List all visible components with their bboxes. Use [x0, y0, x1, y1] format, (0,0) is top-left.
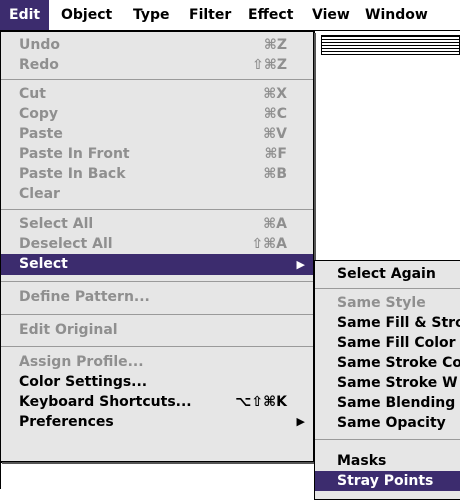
menu-item-label: Paste In Back: [19, 166, 126, 182]
menu-item-label: Same Blending: [337, 395, 456, 411]
menu-item-label: Copy: [19, 106, 59, 122]
menu-item-label: Preferences: [19, 414, 114, 430]
shortcut-label: ⌘V: [263, 126, 287, 142]
menu-item-label: Cut: [19, 86, 46, 102]
shortcut-label: ⌘F: [264, 146, 287, 162]
shortcut-label: ⇧⌘A: [251, 236, 287, 252]
submenu-arrow-icon: ▶: [296, 415, 305, 428]
submenu-item-same-blending[interactable]: Same Blending: [315, 393, 460, 413]
shortcut-label: ⌘A: [263, 216, 287, 232]
submenu-item-same-opacity[interactable]: Same Opacity: [315, 413, 460, 433]
menu-object[interactable]: Object: [52, 0, 121, 30]
menu-item-label: Stray Points: [337, 473, 434, 489]
menu-item-label: Clear: [19, 186, 60, 202]
submenu-item-same-fill-color[interactable]: Same Fill Color: [315, 333, 460, 353]
shortcut-label: ⌘Z: [263, 37, 287, 53]
menu-item-label: Paste In Front: [19, 146, 130, 162]
menu-item-label: Deselect All: [19, 236, 113, 252]
shortcut-label: ⌘B: [263, 166, 287, 182]
menu-item-label: Same Fill & Stro: [337, 315, 460, 331]
menu-effect[interactable]: Effect: [239, 0, 302, 30]
menu-item-label: Same Opacity: [337, 415, 446, 431]
shortcut-label: ⌥⇧⌘K: [235, 394, 287, 410]
menu-item-label: Paste: [19, 126, 63, 142]
menu-item-cut: Cut ⌘X: [1, 84, 313, 104]
menu-separator: [1, 209, 313, 210]
shortcut-label: ⇧⌘Z: [252, 57, 287, 73]
menu-item-assign-profile: Assign Profile...: [1, 352, 313, 372]
menu-item-copy: Copy ⌘C: [1, 104, 313, 124]
menu-type[interactable]: Type: [124, 0, 179, 30]
menu-item-label: Select: [19, 256, 68, 272]
menu-item-label: Masks: [337, 453, 387, 469]
menu-item-label: Same Fill Color: [337, 335, 456, 351]
submenu-arrow-icon: ▶: [296, 258, 305, 271]
submenu-item-same-fill-stroke[interactable]: Same Fill & Stro: [315, 313, 460, 333]
menu-item-label: Redo: [19, 57, 59, 73]
submenu-item-masks[interactable]: Masks: [315, 451, 460, 471]
menu-item-preferences[interactable]: Preferences ▶: [1, 412, 313, 432]
menu-item-select-all: Select All ⌘A: [1, 214, 313, 234]
menu-separator: [1, 314, 313, 315]
background-window: [0, 462, 250, 489]
menu-item-define-pattern: Define Pattern...: [1, 287, 313, 307]
menu-item-label: Undo: [19, 37, 60, 53]
submenu-item-same-style: Same Style: [315, 293, 460, 313]
menu-separator: [1, 346, 313, 347]
document-window: [314, 31, 460, 271]
edit-menu: Undo ⌘Z Redo ⇧⌘Z Cut ⌘X Copy ⌘C Paste ⌘V Past…: [0, 31, 314, 462]
menu-item-label: Same Stroke Co: [337, 355, 460, 371]
submenu-item-stray-points[interactable]: Stray Points: [315, 471, 460, 491]
document-title-bar[interactable]: [321, 35, 460, 55]
menu-view[interactable]: View: [303, 0, 359, 30]
menu-separator: [1, 79, 313, 80]
menu-separator: [315, 288, 460, 289]
menu-filter[interactable]: Filter: [180, 0, 240, 30]
menu-item-redo: Redo ⇧⌘Z: [1, 55, 313, 75]
menu-item-paste-in-back: Paste In Back ⌘B: [1, 164, 313, 184]
menu-item-deselect-all: Deselect All ⇧⌘A: [1, 234, 313, 254]
shortcut-label: ⌘X: [263, 86, 287, 102]
menu-bar: Edit Object Type Filter Effect View Wind…: [0, 0, 460, 31]
menu-item-select[interactable]: Select ▶: [1, 254, 313, 275]
menu-item-paste: Paste ⌘V: [1, 124, 313, 144]
menu-item-label: Assign Profile...: [19, 354, 144, 370]
menu-item-label: Select Again: [337, 266, 436, 282]
submenu-item-same-stroke-weight[interactable]: Same Stroke W: [315, 373, 460, 393]
menu-item-label: Color Settings...: [19, 374, 148, 390]
shortcut-label: ⌘C: [263, 106, 287, 122]
menu-separator: [315, 439, 460, 440]
menu-item-label: Edit Original: [19, 322, 118, 338]
menu-item-paste-in-front: Paste In Front ⌘F: [1, 144, 313, 164]
menu-item-undo: Undo ⌘Z: [1, 35, 313, 55]
menu-separator: [1, 281, 313, 282]
menu-item-label: Same Stroke W: [337, 375, 458, 391]
menu-item-label: Keyboard Shortcuts...: [19, 394, 192, 410]
submenu-item-same-stroke-color[interactable]: Same Stroke Co: [315, 353, 460, 373]
menu-item-label: Define Pattern...: [19, 289, 150, 305]
menu-item-label: Same Style: [337, 295, 426, 311]
menu-item-clear: Clear: [1, 184, 313, 204]
submenu-item-select-again[interactable]: Select Again: [315, 264, 460, 284]
menu-window[interactable]: Window: [356, 0, 437, 30]
select-submenu: Select Again Same Style Same Fill & Stro…: [314, 260, 460, 500]
menu-item-color-settings[interactable]: Color Settings...: [1, 372, 313, 392]
menu-item-edit-original: Edit Original: [1, 320, 313, 340]
menu-item-keyboard-shortcuts[interactable]: Keyboard Shortcuts... ⌥⇧⌘K: [1, 392, 313, 412]
menu-item-label: Select All: [19, 216, 94, 232]
menu-edit[interactable]: Edit: [0, 0, 50, 30]
